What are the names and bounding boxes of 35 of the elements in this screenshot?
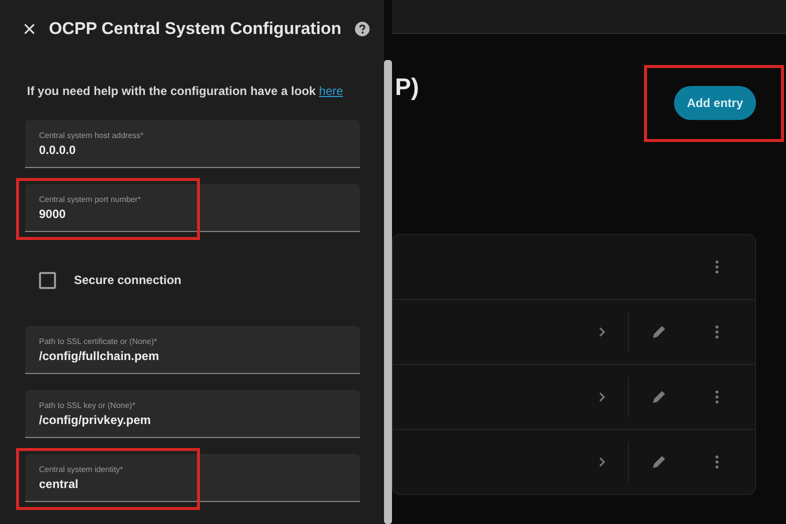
dialog-title: OCPP Central System Configuration bbox=[48, 19, 342, 39]
pencil-icon[interactable] bbox=[651, 454, 667, 470]
more-icon[interactable] bbox=[715, 390, 719, 404]
text-field[interactable]: Central system port number* 9000 bbox=[25, 184, 360, 232]
add-entry-button[interactable]: Add entry bbox=[674, 86, 756, 120]
chevron-right-icon[interactable] bbox=[599, 392, 605, 402]
help-text: If you need help with the configuration have a look here bbox=[27, 84, 344, 98]
scrollbar[interactable] bbox=[384, 60, 392, 524]
pencil-icon[interactable] bbox=[651, 324, 667, 340]
chevron-right-icon[interactable] bbox=[599, 327, 605, 337]
field-label: Path to SSL key or (None)* bbox=[39, 400, 136, 410]
help-icon[interactable] bbox=[355, 21, 370, 37]
text-field[interactable]: Path to SSL key or (None)* /config/privkey.pem bbox=[25, 390, 360, 438]
field-value: 9000 bbox=[39, 206, 67, 220]
field-value: central bbox=[39, 476, 80, 490]
text-field[interactable]: Path to SSL certificate or (None)* /config/fullchain.pem bbox=[25, 326, 360, 374]
checkbox[interactable] bbox=[39, 272, 56, 288]
help-link[interactable]: here bbox=[319, 84, 344, 98]
field-label: Central system port number* bbox=[39, 194, 142, 204]
page-heading: P) bbox=[395, 74, 419, 102]
field-value: /config/privkey.pem bbox=[39, 412, 152, 426]
pencil-icon[interactable] bbox=[651, 389, 667, 405]
field-label: Central system identity* bbox=[39, 464, 124, 474]
field-label: Central system host address* bbox=[39, 130, 144, 140]
field-value: /config/fullchain.pem bbox=[39, 348, 160, 362]
more-icon[interactable] bbox=[715, 260, 719, 274]
field-label: Path to SSL certificate or (None)* bbox=[39, 336, 158, 346]
more-icon[interactable] bbox=[715, 325, 719, 339]
close-icon[interactable] bbox=[24, 23, 35, 35]
chevron-right-icon[interactable] bbox=[599, 457, 605, 467]
text-field[interactable]: Central system host address* 0.0.0.0 bbox=[25, 120, 360, 168]
checkbox-label: Secure connection bbox=[74, 273, 182, 287]
text-field[interactable]: Central system identity* central bbox=[25, 454, 360, 502]
more-icon[interactable] bbox=[715, 455, 719, 469]
field-value: 0.0.0.0 bbox=[39, 142, 77, 156]
